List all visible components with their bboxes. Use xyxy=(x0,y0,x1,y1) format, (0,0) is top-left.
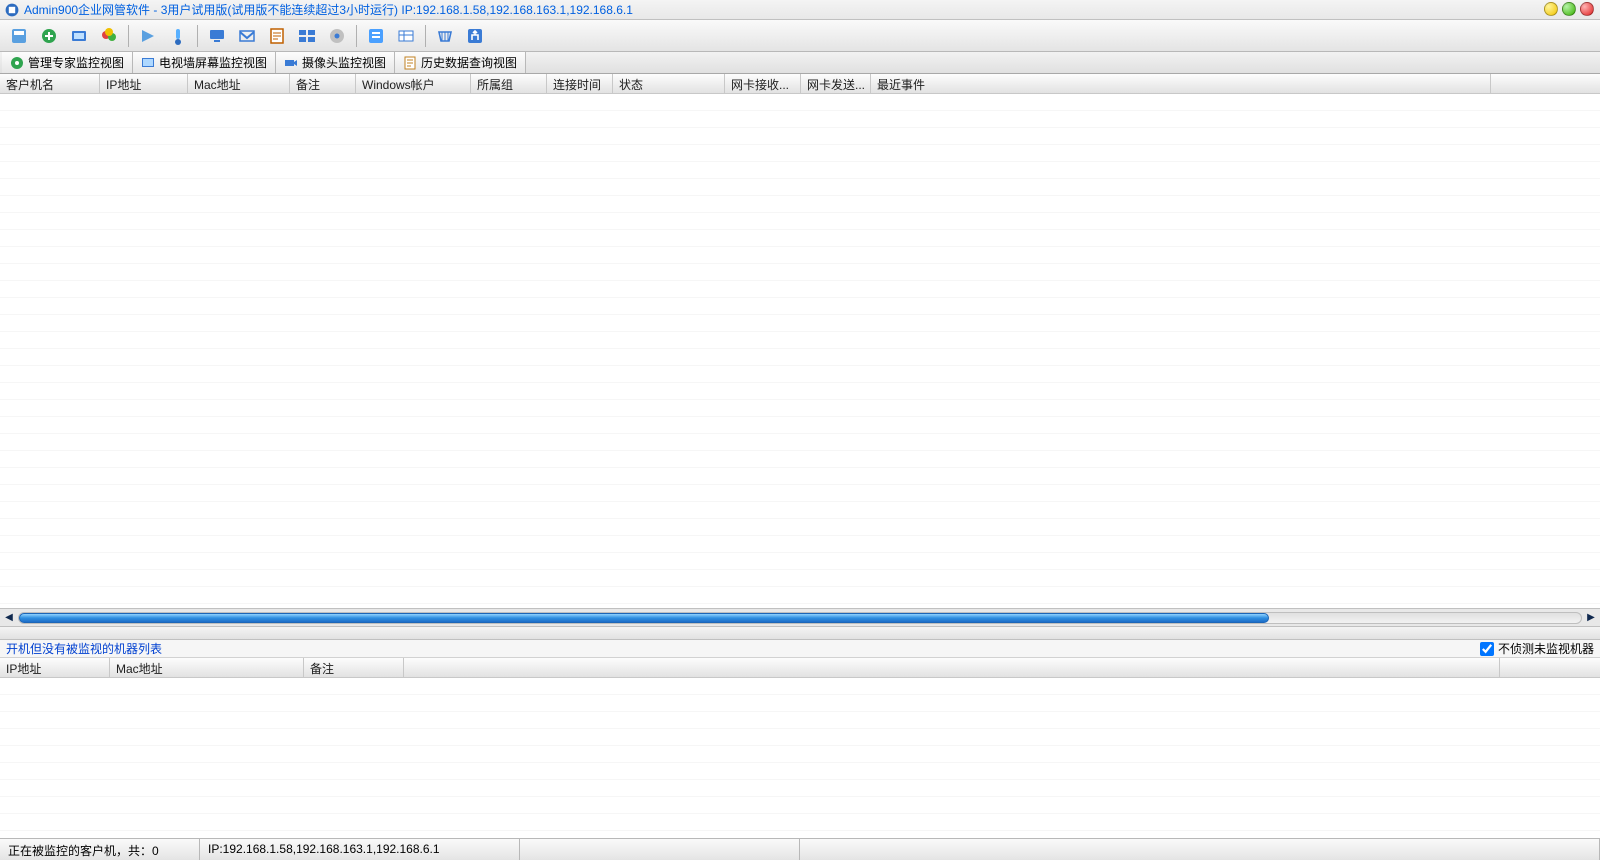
view-tabs: 管理专家监控视图 电视墙屏幕监控视图 摄像头监控视图 历史数据查询视图 xyxy=(0,52,1600,74)
main-grid-body[interactable] xyxy=(0,94,1600,608)
column-header[interactable]: 备注 xyxy=(304,658,404,677)
disable-probe-checkbox[interactable] xyxy=(1480,642,1494,656)
toolbar-btn-2[interactable] xyxy=(36,23,62,49)
tab-videowall-view[interactable]: 电视墙屏幕监控视图 xyxy=(133,52,276,73)
tab-label: 摄像头监控视图 xyxy=(302,54,386,71)
toolbar-btn-15[interactable] xyxy=(462,23,488,49)
toolbar-separator xyxy=(197,25,198,47)
admin-view-icon xyxy=(10,56,24,70)
toolbar-btn-1[interactable] xyxy=(6,23,32,49)
disable-probe-label: 不侦测未监视机器 xyxy=(1498,640,1594,657)
close-button[interactable] xyxy=(1580,2,1594,16)
lower-grid-body[interactable] xyxy=(0,678,1600,838)
minimize-button[interactable] xyxy=(1544,2,1558,16)
scroll-left-arrow[interactable]: ◀ xyxy=(2,611,16,625)
column-header[interactable]: 网卡发送... xyxy=(801,74,871,93)
column-header[interactable]: 最近事件 xyxy=(871,74,1491,93)
toolbar-btn-4[interactable] xyxy=(96,23,122,49)
title-bar: Admin900企业网管软件 - 3用户试用版(试用版不能连续超过3小时运行) … xyxy=(0,0,1600,20)
column-header[interactable]: Windows帐户 xyxy=(356,74,471,93)
toolbar-btn-13[interactable] xyxy=(393,23,419,49)
status-panel-3 xyxy=(520,839,800,860)
status-ip-list: IP:192.168.1.58,192.168.163.1,192.168.6.… xyxy=(200,839,520,860)
tab-label: 历史数据查询视图 xyxy=(421,54,517,71)
horizontal-splitter[interactable] xyxy=(0,626,1600,640)
column-header[interactable]: 客户机名 xyxy=(0,74,100,93)
tab-history-view[interactable]: 历史数据查询视图 xyxy=(395,52,526,73)
column-header[interactable]: 状态 xyxy=(613,74,725,93)
maximize-button[interactable] xyxy=(1562,2,1576,16)
scroll-track[interactable] xyxy=(18,612,1582,624)
disable-probe-checkbox-wrap[interactable]: 不侦测未监视机器 xyxy=(1480,640,1594,657)
toolbar-btn-5[interactable] xyxy=(135,23,161,49)
column-header[interactable]: 所属组 xyxy=(471,74,547,93)
column-header[interactable]: Mac地址 xyxy=(188,74,290,93)
tab-camera-view[interactable]: 摄像头监控视图 xyxy=(276,52,395,73)
main-grid-header: 客户机名IP地址Mac地址备注Windows帐户所属组连接时间状态网卡接收...… xyxy=(0,74,1600,94)
column-header[interactable] xyxy=(404,658,1500,677)
toolbar-btn-6[interactable] xyxy=(165,23,191,49)
window-controls xyxy=(1544,2,1594,16)
column-header[interactable]: IP地址 xyxy=(100,74,188,93)
history-icon xyxy=(403,56,417,70)
toolbar-separator xyxy=(425,25,426,47)
tab-label: 电视墙屏幕监控视图 xyxy=(159,54,267,71)
main-toolbar xyxy=(0,20,1600,52)
toolbar-btn-11[interactable] xyxy=(324,23,350,49)
toolbar-btn-8[interactable] xyxy=(234,23,260,49)
window-title: Admin900企业网管软件 - 3用户试用版(试用版不能连续超过3小时运行) … xyxy=(24,1,633,18)
camera-icon xyxy=(284,56,298,70)
scroll-right-arrow[interactable]: ▶ xyxy=(1584,611,1598,625)
toolbar-separator xyxy=(128,25,129,47)
column-header[interactable]: 连接时间 xyxy=(547,74,613,93)
status-monitored-count: 正在被监控的客户机，共：0 xyxy=(0,839,200,860)
videowall-icon xyxy=(141,56,155,70)
tab-label: 管理专家监控视图 xyxy=(28,54,124,71)
unmonitored-machines-grid: IP地址Mac地址备注 xyxy=(0,658,1600,838)
toolbar-btn-7[interactable] xyxy=(204,23,230,49)
lower-panel-caption: 开机但没有被监视的机器列表 xyxy=(6,640,162,657)
column-header[interactable]: 备注 xyxy=(290,74,356,93)
horizontal-scrollbar[interactable]: ◀ ▶ xyxy=(0,608,1600,626)
scroll-thumb[interactable] xyxy=(19,613,1269,623)
lower-grid-header: IP地址Mac地址备注 xyxy=(0,658,1600,678)
tab-admin-monitor-view[interactable]: 管理专家监控视图 xyxy=(2,52,133,73)
status-panel-fill xyxy=(800,839,1600,860)
main-client-grid: 客户机名IP地址Mac地址备注Windows帐户所属组连接时间状态网卡接收...… xyxy=(0,74,1600,626)
toolbar-separator xyxy=(356,25,357,47)
status-bar: 正在被监控的客户机，共：0 IP:192.168.1.58,192.168.16… xyxy=(0,838,1600,860)
toolbar-btn-3[interactable] xyxy=(66,23,92,49)
toolbar-btn-10[interactable] xyxy=(294,23,320,49)
toolbar-btn-12[interactable] xyxy=(363,23,389,49)
toolbar-btn-9[interactable] xyxy=(264,23,290,49)
column-header[interactable]: Mac地址 xyxy=(110,658,304,677)
column-header[interactable]: 网卡接收... xyxy=(725,74,801,93)
toolbar-btn-14[interactable] xyxy=(432,23,458,49)
column-header[interactable]: IP地址 xyxy=(0,658,110,677)
app-icon xyxy=(4,2,20,18)
lower-panel-header: 开机但没有被监视的机器列表 不侦测未监视机器 xyxy=(0,640,1600,658)
